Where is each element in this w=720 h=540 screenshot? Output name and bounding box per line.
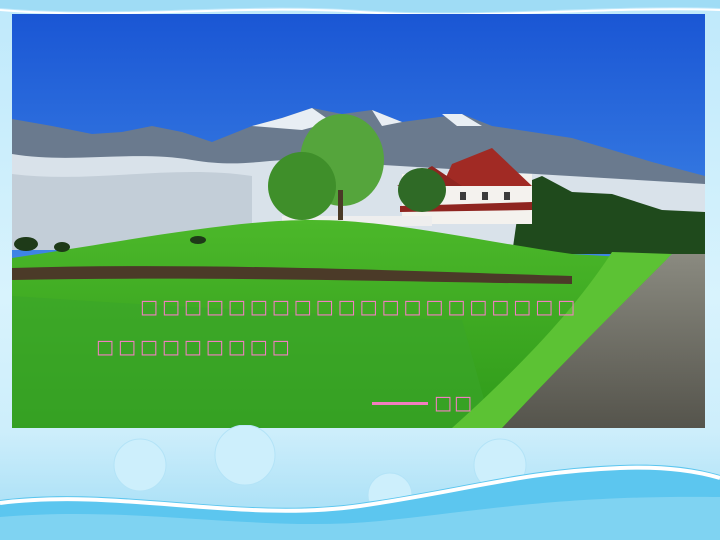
bottom-wave-decoration xyxy=(0,425,720,540)
quote-author: □□ xyxy=(372,392,492,414)
author-name: □□ xyxy=(434,392,474,414)
author-dash xyxy=(372,402,428,405)
quote-line-2: □□□□□□□□□ xyxy=(96,336,294,358)
landscape-photo xyxy=(12,14,705,428)
slide-background: □□□□□□□□□□□□□□□□□□□□ □□□□□□□□□ □□ xyxy=(0,0,720,540)
quote-line-1: □□□□□□□□□□□□□□□□□□□□ xyxy=(140,296,580,318)
